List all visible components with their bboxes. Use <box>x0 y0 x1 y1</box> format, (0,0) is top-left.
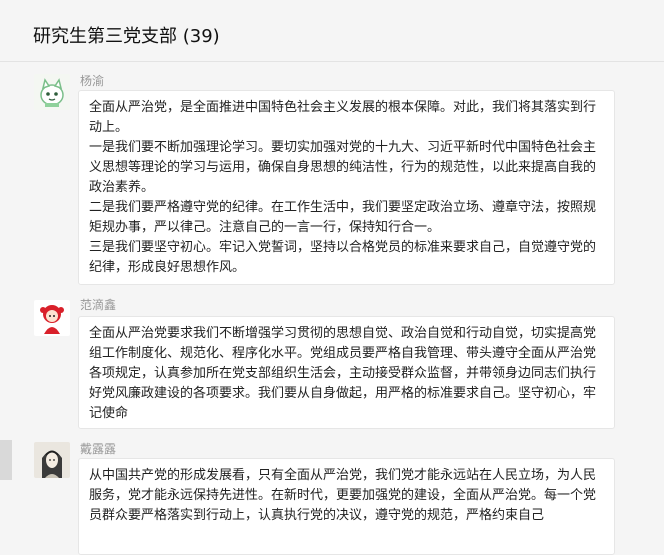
cartoon-cat-avatar-icon[interactable] <box>34 74 70 110</box>
sender-name: 杨渝 <box>80 74 105 88</box>
message-bubble[interactable]: 从中国共产党的形成发展看，只有全面从严治党，我们党才能永远站在人民立场，为人民服… <box>78 458 615 555</box>
message-bubble[interactable]: 全面从严治党要求我们不断增强学习贯彻的思想自觉、政治自觉和行动自觉，切实提高党组… <box>78 316 615 429</box>
message-bubble[interactable]: 全面从严治党，是全面推进中国特色社会主义发展的根本保障。对此，我们将其落实到行动… <box>78 90 615 285</box>
window-edge <box>0 440 12 480</box>
red-cartoon-girl-avatar-icon[interactable] <box>34 300 70 336</box>
ink-portrait-avatar-icon[interactable] <box>34 442 70 478</box>
chat-header: 研究生第三党支部 (39) <box>0 0 664 62</box>
sender-name: 戴露露 <box>80 442 117 456</box>
sender-name: 范滴鑫 <box>80 298 117 312</box>
chat-title: 研究生第三党支部 (39) <box>33 26 220 47</box>
